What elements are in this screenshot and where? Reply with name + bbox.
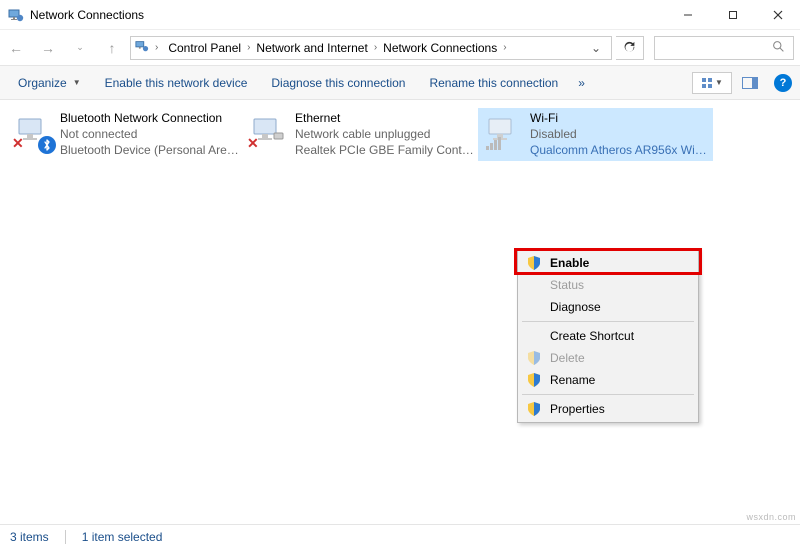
shield-icon [526, 256, 542, 270]
search-icon [772, 40, 785, 56]
context-menu-rename[interactable]: Rename [520, 369, 696, 391]
connection-device: Realtek PCIe GBE Family Controller [295, 142, 474, 158]
menu-separator [522, 394, 694, 395]
adapter-icon: ✕ [247, 110, 289, 152]
context-menu-label: Create Shortcut [550, 329, 688, 343]
context-menu-label: Delete [550, 351, 688, 365]
title-bar: Network Connections [0, 0, 800, 30]
recent-locations-button[interactable]: ⌄ [66, 34, 94, 62]
menu-separator [522, 321, 694, 322]
back-button[interactable]: ← [2, 34, 30, 62]
dropdown-icon: ▼ [715, 78, 723, 87]
rename-connection-button[interactable]: Rename this connection [419, 72, 568, 94]
chevron-right-icon[interactable]: › [501, 42, 508, 53]
connection-device: Bluetooth Device (Personal Area ... [60, 142, 239, 158]
preview-pane-button[interactable] [736, 71, 764, 95]
context-menu-delete: Delete [520, 347, 696, 369]
view-mode-button[interactable]: ▼ [692, 72, 732, 94]
connection-device: Qualcomm Atheros AR956x Wirel... [530, 142, 709, 158]
context-menu-diagnose[interactable]: Diagnose [520, 296, 696, 318]
window-title: Network Connections [30, 8, 144, 22]
connection-name: Ethernet [295, 110, 474, 126]
address-dropdown-button[interactable]: ⌄ [585, 41, 607, 55]
location-icon [135, 39, 149, 56]
diagnose-connection-button[interactable]: Diagnose this connection [261, 72, 415, 94]
chevron-right-icon[interactable]: › [153, 42, 160, 53]
address-bar-row: ← → ⌄ ↑ › Control Panel › Network and In… [0, 30, 800, 66]
app-icon [8, 7, 24, 23]
wifi-signal-icon [486, 137, 501, 150]
connection-status: Disabled [530, 126, 709, 142]
separator [65, 530, 66, 544]
shield-icon [526, 373, 542, 387]
connection-name: Bluetooth Network Connection [60, 110, 239, 126]
minimize-button[interactable] [665, 0, 710, 30]
shield-icon [526, 402, 542, 416]
status-selection-count: 1 item selected [82, 530, 163, 544]
context-menu-label: Status [550, 278, 688, 292]
refresh-button[interactable] [616, 36, 644, 60]
breadcrumb-item-control-panel[interactable]: Control Panel [164, 39, 245, 57]
context-menu: Enable Status Diagnose Create Shortcut D… [517, 249, 699, 423]
breadcrumb: Control Panel › Network and Internet › N… [164, 39, 508, 57]
connection-item-ethernet[interactable]: ✕ Ethernet Network cable unplugged Realt… [243, 108, 478, 161]
connection-item-bluetooth[interactable]: ✕ Bluetooth Network Connection Not conne… [8, 108, 243, 161]
error-icon: ✕ [12, 135, 24, 152]
enable-device-label: Enable this network device [105, 76, 248, 90]
context-menu-create-shortcut[interactable]: Create Shortcut [520, 325, 696, 347]
adapter-icon: ✕ [12, 110, 54, 152]
maximize-button[interactable] [710, 0, 755, 30]
context-menu-label: Rename [550, 373, 688, 387]
rename-connection-label: Rename this connection [429, 76, 558, 90]
connection-name: Wi-Fi [530, 110, 709, 126]
organize-label: Organize [18, 76, 67, 90]
context-menu-label: Diagnose [550, 300, 688, 314]
command-bar: Organize ▼ Enable this network device Di… [0, 66, 800, 100]
breadcrumb-item-network-internet[interactable]: Network and Internet [252, 39, 371, 57]
error-icon: ✕ [247, 135, 259, 152]
status-bar: 3 items 1 item selected [0, 524, 800, 548]
content-area: ✕ Bluetooth Network Connection Not conne… [0, 100, 800, 524]
overflow-menu[interactable]: » [572, 72, 591, 94]
dropdown-icon: ▼ [73, 78, 81, 87]
context-menu-label: Enable [550, 256, 688, 270]
search-input[interactable] [654, 36, 794, 60]
chevron-right-icon[interactable]: › [245, 42, 252, 53]
up-button[interactable]: ↑ [98, 34, 126, 62]
help-button[interactable]: ? [774, 74, 792, 92]
connection-status: Network cable unplugged [295, 126, 474, 142]
context-menu-enable[interactable]: Enable [520, 252, 696, 274]
context-menu-label: Properties [550, 402, 688, 416]
shield-icon [526, 351, 542, 365]
close-button[interactable] [755, 0, 800, 30]
organize-menu[interactable]: Organize ▼ [8, 72, 91, 94]
diagnose-connection-label: Diagnose this connection [271, 76, 405, 90]
context-menu-status: Status [520, 274, 696, 296]
address-box[interactable]: › Control Panel › Network and Internet ›… [130, 36, 612, 60]
connection-item-wifi[interactable]: Wi-Fi Disabled Qualcomm Atheros AR956x W… [478, 108, 713, 161]
bluetooth-icon [38, 136, 56, 154]
context-menu-properties[interactable]: Properties [520, 398, 696, 420]
chevron-right-icon[interactable]: › [372, 42, 379, 53]
connection-status: Not connected [60, 126, 239, 142]
forward-button: → [34, 34, 62, 62]
watermark: wsxdn.com [746, 512, 796, 522]
status-item-count: 3 items [10, 530, 49, 544]
enable-device-button[interactable]: Enable this network device [95, 72, 258, 94]
overflow-label: » [578, 76, 585, 90]
adapter-icon [482, 110, 524, 152]
breadcrumb-item-network-connections[interactable]: Network Connections [379, 39, 501, 57]
